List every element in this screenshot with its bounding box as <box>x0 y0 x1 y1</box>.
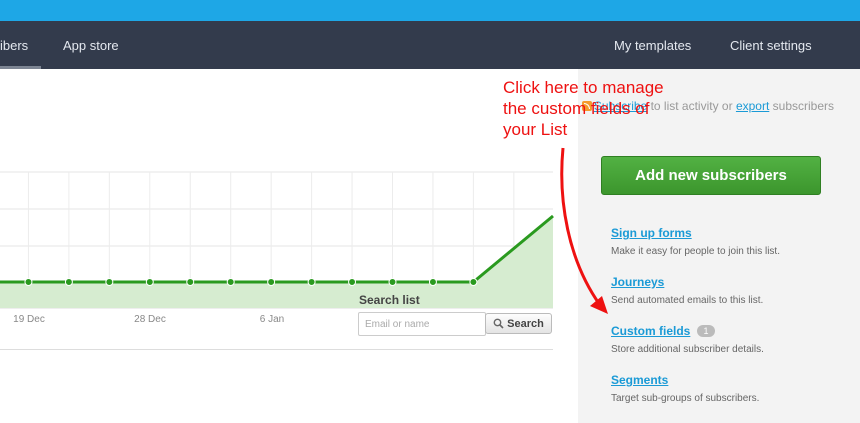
chart-point <box>428 278 437 286</box>
custom-fields-link[interactable]: Custom fields <box>611 324 690 338</box>
sign-up-forms-link[interactable]: Sign up forms <box>611 226 692 240</box>
chart-point <box>267 278 276 286</box>
search-list-title: Search list <box>359 293 420 307</box>
journeys-desc: Send automated emails to this list. <box>611 295 764 306</box>
chart-point <box>24 278 33 286</box>
chart-point <box>348 278 357 286</box>
chart-point <box>388 278 397 286</box>
annotation-line-1: Click here to manage <box>503 78 664 97</box>
nav-item-my-templates[interactable]: My templates <box>614 21 691 69</box>
chart-point <box>64 278 73 286</box>
nav-item-app-store[interactable]: App store <box>63 21 119 69</box>
chart-point <box>145 278 154 286</box>
top-accent-bar <box>0 0 860 21</box>
annotation-callout: Click here to manage the custom fields o… <box>503 77 664 140</box>
annotation-arrow-icon <box>560 147 608 314</box>
annotation-line-3: your List <box>503 120 568 139</box>
magnifier-icon <box>493 318 504 329</box>
search-button-label: Search <box>507 317 544 330</box>
activity-end-text: subscribers <box>772 99 834 113</box>
chart-point <box>186 278 195 286</box>
nav-item-client-settings[interactable]: Client settings <box>730 21 812 69</box>
add-new-subscribers-button[interactable]: Add new subscribers <box>601 156 821 195</box>
chart-point <box>307 278 316 286</box>
chart-line <box>0 214 554 284</box>
segments-desc: Target sub-groups of subscribers. <box>611 393 760 404</box>
chart-point <box>226 278 235 286</box>
chart-area-fill <box>0 216 553 308</box>
export-link[interactable]: export <box>736 99 769 113</box>
segments-link[interactable]: Segments <box>611 373 668 387</box>
search-button[interactable]: Search <box>485 313 552 334</box>
annotation-line-2: the custom fields of <box>503 99 650 118</box>
chart-point <box>469 278 478 286</box>
custom-fields-desc: Store additional subscriber details. <box>611 344 764 355</box>
chart-x-tick-label: 6 Jan <box>260 314 284 325</box>
nav-item-subscribers[interactable]: ibers <box>0 21 28 69</box>
sign-up-forms-desc: Make it easy for people to join this lis… <box>611 246 780 257</box>
main-nav: ibers App store My templates Client sett… <box>0 21 860 69</box>
search-input[interactable] <box>358 312 486 336</box>
chart-x-tick-label: 19 Dec <box>13 314 45 325</box>
custom-fields-count-badge: 1 <box>697 325 715 337</box>
subscriber-table-border <box>0 349 553 350</box>
chart-point <box>105 278 114 286</box>
subscriber-chart: 19 Dec28 Dec6 Jan15 Jan24 Jan <box>0 171 554 325</box>
chart-x-tick-label: 28 Dec <box>134 314 166 325</box>
